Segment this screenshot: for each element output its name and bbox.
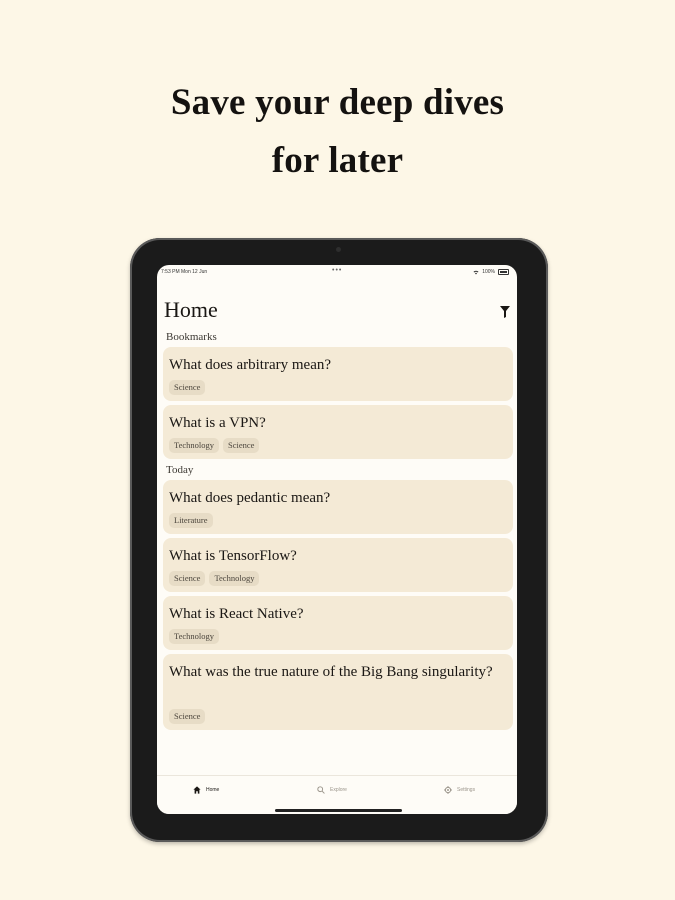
tag[interactable]: Science — [223, 438, 260, 453]
headline: Save your deep dives for later — [0, 74, 675, 190]
list-item-title: What is TensorFlow? — [169, 548, 297, 564]
status-right-group: 100% — [473, 269, 509, 275]
tag-list: Literature — [169, 513, 213, 528]
list-item-title: What does pedantic mean? — [169, 490, 331, 506]
list-item[interactable]: What is a VPN? Technology Science — [163, 405, 513, 459]
list-item[interactable]: What does pedantic mean? Literature — [163, 480, 513, 534]
headline-line-2: for later — [271, 140, 404, 181]
battery-percentage: 100% — [482, 269, 495, 275]
list-item-title: What is React Native? — [169, 606, 304, 622]
multitasking-dots[interactable]: ••• — [332, 267, 342, 274]
list-item-title: What was the true nature of the Big Bang… — [169, 664, 493, 680]
tab-home[interactable]: Home — [193, 786, 219, 794]
tag[interactable]: Literature — [169, 513, 213, 528]
battery-icon — [498, 269, 509, 275]
tablet-device-frame: 7:53 PM Mon 12 Jun ••• 100% Home Bookmar… — [130, 238, 548, 842]
tag-list: Science — [169, 709, 206, 724]
tab-label: Explore — [330, 787, 347, 793]
list-item-title: What is a VPN? — [169, 415, 266, 431]
filter-icon[interactable] — [500, 306, 510, 318]
tag[interactable]: Science — [169, 571, 206, 586]
tag-list: Technology Science — [169, 438, 260, 453]
section-label-today: Today — [166, 464, 194, 476]
section-label-bookmarks: Bookmarks — [166, 331, 217, 343]
tab-bar: Home Explore Settings — [157, 775, 517, 814]
home-icon — [193, 786, 201, 794]
gear-icon — [444, 786, 452, 794]
headline-line-1: Save your deep dives — [170, 82, 505, 123]
tag-list: Technology — [169, 629, 220, 644]
tag[interactable]: Technology — [169, 629, 220, 644]
status-bar: 7:53 PM Mon 12 Jun ••• 100% — [157, 265, 517, 279]
tag[interactable]: Science — [169, 709, 206, 724]
tag[interactable]: Technology — [209, 571, 260, 586]
list-item[interactable]: What is TensorFlow? Science Technology — [163, 538, 513, 592]
camera-icon — [336, 247, 341, 252]
app-screen: 7:53 PM Mon 12 Jun ••• 100% Home Bookmar… — [157, 265, 517, 814]
list-item[interactable]: What does arbitrary mean? Science — [163, 347, 513, 401]
tab-label: Settings — [457, 787, 476, 793]
list-item[interactable]: What is React Native? Technology — [163, 596, 513, 650]
wifi-icon — [473, 270, 479, 274]
page-title: Home — [164, 297, 218, 322]
search-icon — [317, 786, 325, 794]
tag-list: Science Technology — [169, 571, 260, 586]
status-time-date: 7:53 PM Mon 12 Jun — [161, 269, 208, 275]
home-indicator[interactable] — [275, 809, 402, 812]
list-item-title: What does arbitrary mean? — [169, 357, 332, 373]
tab-settings[interactable]: Settings — [444, 786, 475, 794]
tag-list: Science — [169, 380, 206, 395]
tab-explore[interactable]: Explore — [317, 786, 347, 794]
tag[interactable]: Technology — [169, 438, 220, 453]
tag[interactable]: Science — [169, 380, 206, 395]
list-item[interactable]: What was the true nature of the Big Bang… — [163, 654, 513, 730]
tab-label: Home — [206, 787, 220, 793]
